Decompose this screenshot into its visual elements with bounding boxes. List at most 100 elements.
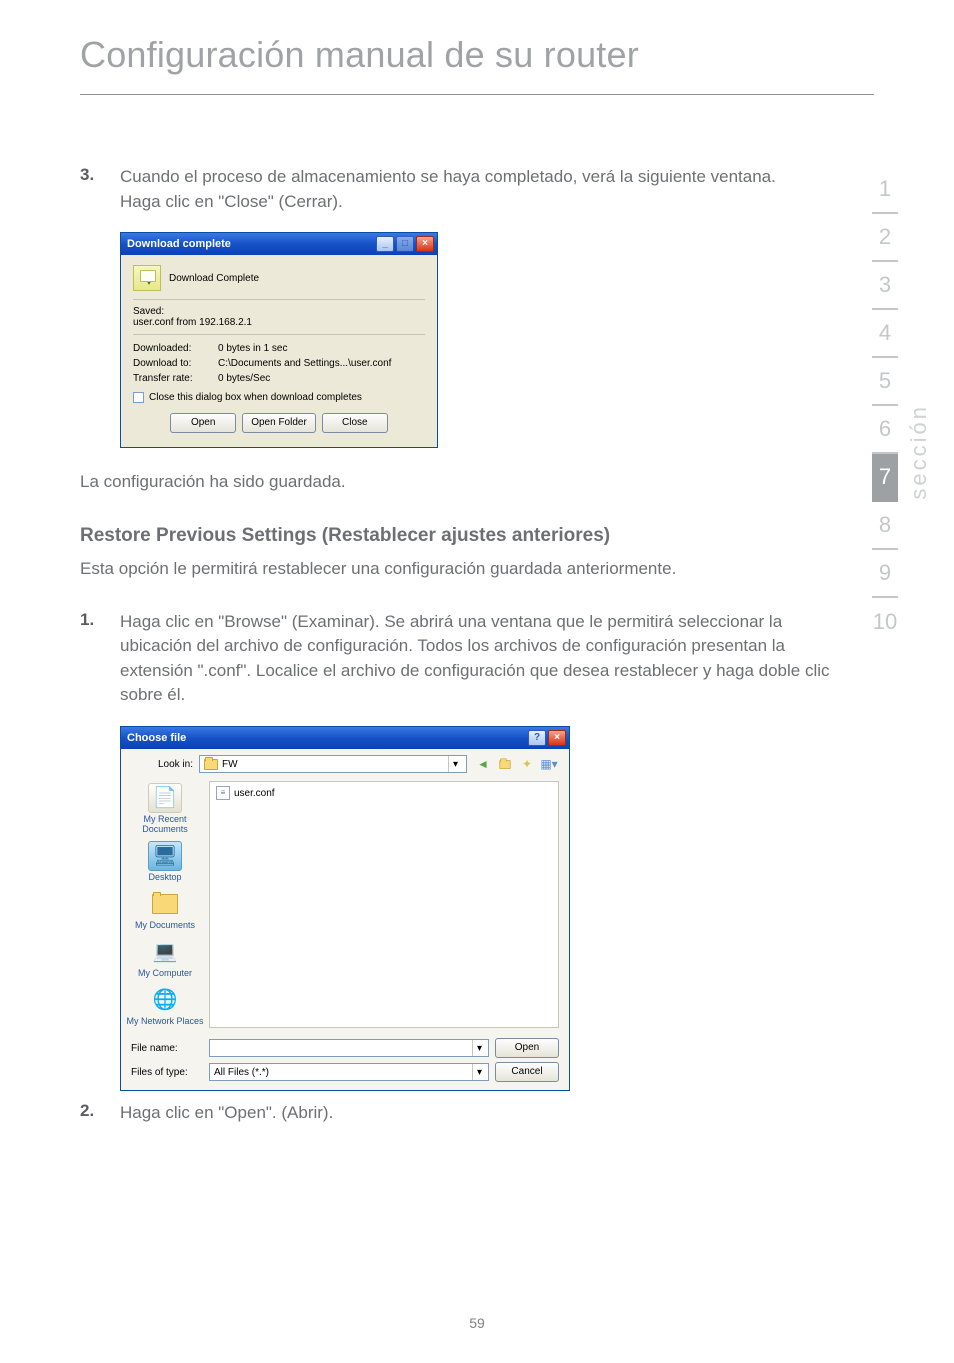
kv-value: C:\Documents and Settings...\user.conf (218, 356, 391, 371)
kv-row: Download to:C:\Documents and Settings...… (133, 356, 425, 371)
open-file-button[interactable]: Open (495, 1038, 559, 1058)
file-icon: ≡ (216, 786, 230, 800)
place-label: Desktop (148, 873, 181, 883)
section-nav: 1 2 3 4 5 6 7 8 9 10 (868, 166, 902, 646)
filename-input[interactable]: ▾ (209, 1039, 489, 1057)
section-nav-item-10[interactable]: 10 (872, 598, 898, 646)
choose-window-buttons: ? × (528, 730, 566, 746)
download-icon (133, 265, 161, 291)
lookin-label: Look in: (131, 759, 193, 770)
filename-row: File name: ▾ Open (131, 1038, 559, 1058)
place-computer[interactable]: 💻 My Computer (138, 937, 192, 979)
choose-bottom: File name: ▾ Open Files of type: All Fil… (121, 1032, 569, 1090)
computer-icon: 💻 (148, 937, 182, 967)
dialog-title: Download complete (127, 238, 231, 250)
lookin-value: FW (222, 759, 238, 770)
filetype-dropdown[interactable]: All Files (*.*) ▾ (209, 1063, 489, 1081)
open-button[interactable]: Open (170, 413, 236, 433)
choose-close-button[interactable]: × (548, 730, 566, 746)
saved-label: Saved: (133, 306, 425, 317)
dialog-heading-row: Download Complete (133, 265, 425, 291)
place-label: My Network Places (126, 1017, 203, 1027)
dropdown-arrow-icon: ▾ (472, 1064, 486, 1080)
places-bar: 📄 My Recent Documents 🖥 Desktop My Docum… (121, 777, 209, 1032)
file-pane[interactable]: ≡ user.conf (209, 781, 559, 1028)
close-button[interactable]: Close (322, 413, 388, 433)
network-icon: 🌐 (148, 985, 182, 1015)
step-3-line1: Cuando el proceso de almacenamiento se h… (120, 167, 776, 186)
kv-row: Transfer rate:0 bytes/Sec (133, 371, 425, 386)
filetype-row: Files of type: All Files (*.*) ▾ Cancel (131, 1062, 559, 1082)
step-1-body: Haga clic en "Browse" (Examinar). Se abr… (120, 610, 854, 709)
place-network[interactable]: 🌐 My Network Places (126, 985, 203, 1027)
kv-value: 0 bytes in 1 sec (218, 341, 287, 356)
section-nav-item-5[interactable]: 5 (872, 358, 898, 406)
kv-key: Transfer rate: (133, 371, 218, 386)
step-2: 2. Haga clic en "Open". (Abrir). (80, 1101, 854, 1126)
kv-key: Downloaded: (133, 341, 218, 356)
dropdown-arrow-icon: ▾ (472, 1040, 486, 1056)
section-nav-item-1[interactable]: 1 (872, 166, 898, 214)
config-saved-text: La configuración ha sido guardada. (80, 470, 854, 495)
file-item[interactable]: ≡ user.conf (216, 786, 552, 800)
step-1: 1. Haga clic en "Browse" (Examinar). Se … (80, 610, 854, 709)
place-documents[interactable]: My Documents (135, 889, 195, 931)
toolbar-icons: ◄ ✦ ▦▾ (473, 755, 559, 773)
download-complete-dialog: Download complete _ □ × Download Complet… (120, 232, 438, 448)
kv-value: 0 bytes/Sec (218, 371, 270, 386)
maximize-button: □ (396, 236, 414, 252)
filetype-label: Files of type: (131, 1067, 203, 1078)
step-3: 3. Cuando el proceso de almacenamiento s… (80, 165, 854, 214)
view-menu-icon[interactable]: ▦▾ (539, 755, 559, 773)
lookin-bar: Look in: FW ▾ ◄ ✦ ▦▾ (121, 749, 569, 777)
step-3-body: Cuando el proceso de almacenamiento se h… (120, 165, 854, 214)
section-nav-item-9[interactable]: 9 (872, 550, 898, 598)
step-1-number: 1. (80, 610, 120, 709)
up-folder-icon[interactable] (495, 755, 515, 773)
choose-titlebar: Choose file ? × (121, 727, 569, 749)
page-title: Configuración manual de su router (0, 0, 954, 86)
filename-label: File name: (131, 1043, 203, 1054)
content-area: 3. Cuando el proceso de almacenamiento s… (0, 95, 954, 1126)
saved-path: user.conf from 192.168.2.1 (133, 317, 425, 328)
close-on-complete-checkbox[interactable] (133, 392, 144, 403)
section-nav-item-8[interactable]: 8 (872, 502, 898, 550)
checkbox-row: Close this dialog box when download comp… (133, 392, 425, 403)
dialog-heading: Download Complete (169, 273, 259, 284)
checkbox-label: Close this dialog box when download comp… (149, 392, 362, 403)
filetype-value: All Files (*.*) (214, 1067, 269, 1078)
dialog-titlebar: Download complete _ □ × (121, 233, 437, 255)
step-3-line2: Haga clic en "Close" (Cerrar). (120, 192, 343, 211)
restore-intro: Esta opción le permitirá restablecer una… (80, 557, 854, 582)
dialog-divider-1 (133, 299, 425, 300)
desktop-icon: 🖥 (148, 841, 182, 871)
choose-main: 📄 My Recent Documents 🖥 Desktop My Docum… (121, 777, 569, 1032)
cancel-file-button[interactable]: Cancel (495, 1062, 559, 1082)
folder-icon (204, 759, 218, 770)
section-nav-item-3[interactable]: 3 (872, 262, 898, 310)
dropdown-arrow-icon: ▾ (448, 756, 462, 772)
kv-row: Downloaded:0 bytes in 1 sec (133, 341, 425, 356)
restore-heading: Restore Previous Settings (Restablecer a… (80, 525, 854, 547)
new-folder-icon[interactable]: ✦ (517, 755, 537, 773)
place-desktop[interactable]: 🖥 Desktop (148, 841, 182, 883)
step-3-number: 3. (80, 165, 120, 214)
choose-file-dialog: Choose file ? × Look in: FW ▾ ◄ ✦ ▦▾ (120, 726, 570, 1091)
section-nav-item-4[interactable]: 4 (872, 310, 898, 358)
section-nav-item-6[interactable]: 6 (872, 406, 898, 454)
section-nav-item-7[interactable]: 7 (872, 454, 898, 502)
help-button[interactable]: ? (528, 730, 546, 746)
seccion-label: sección (906, 404, 932, 500)
back-icon[interactable]: ◄ (473, 755, 493, 773)
choose-title: Choose file (127, 732, 186, 744)
open-folder-button[interactable]: Open Folder (242, 413, 316, 433)
section-nav-item-2[interactable]: 2 (872, 214, 898, 262)
file-name: user.conf (234, 788, 275, 799)
documents-icon (148, 889, 182, 919)
lookin-dropdown[interactable]: FW ▾ (199, 755, 467, 773)
window-close-button[interactable]: × (416, 236, 434, 252)
minimize-button[interactable]: _ (376, 236, 394, 252)
window-buttons: _ □ × (376, 236, 434, 252)
place-recent[interactable]: 📄 My Recent Documents (121, 783, 209, 835)
dialog-body: Download Complete Saved: user.conf from … (121, 255, 437, 447)
